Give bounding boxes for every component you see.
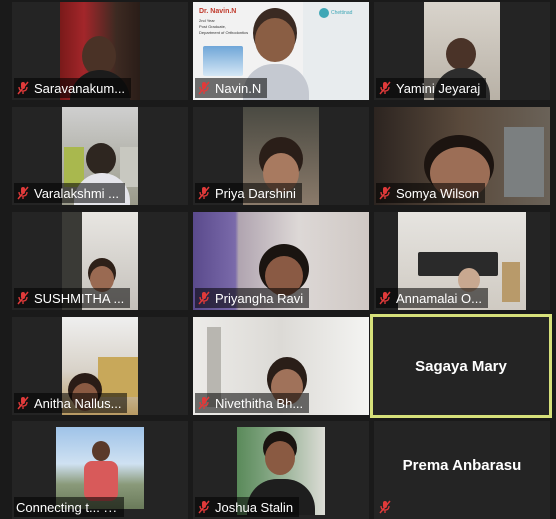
mic-muted-icon: [197, 396, 211, 410]
participant-tile-nivethitha[interactable]: Nivethitha Bh...: [193, 317, 369, 415]
participant-name: Anitha Nallus...: [34, 395, 122, 411]
participant-tile-anitha[interactable]: Anitha Nallus...: [12, 317, 188, 415]
participant-name: Connecting t...: [16, 499, 100, 515]
name-label: Annamalai O...: [376, 288, 488, 308]
mic-muted-icon: [378, 500, 392, 514]
mic-muted-icon: [378, 186, 392, 200]
participant-tile-connecting[interactable]: Connecting t... ...: [12, 421, 188, 519]
mic-muted-icon: [197, 291, 211, 305]
participant-tile-annamalai[interactable]: Annamalai O...: [374, 212, 550, 310]
participant-name: SUSHMITHA ...: [34, 290, 125, 306]
participant-tile-yamini[interactable]: Yamini Jeyaraj: [374, 2, 550, 100]
participant-name: Yamini Jeyaraj: [396, 80, 481, 96]
slide-line: Post Graduate,: [199, 24, 226, 29]
video-grid: Saravanakum... Dr. Navin.N 2nd Year Post…: [0, 0, 556, 519]
mic-muted-icon: [16, 291, 30, 305]
name-label: Nivethitha Bh...: [195, 393, 310, 413]
participant-tile-joshua[interactable]: Joshua Stalin: [193, 421, 369, 519]
slide-title: Dr. Navin.N: [199, 8, 237, 15]
name-label: Somya Wilson: [376, 183, 486, 203]
name-label: [376, 497, 402, 517]
mic-muted-icon: [378, 81, 392, 95]
slide-line: Department of Orthodontics: [199, 30, 249, 35]
name-label: Varalakshmi ...: [14, 183, 126, 203]
participant-name: Priyangha Ravi: [215, 290, 304, 306]
participant-name: Navin.N: [215, 80, 262, 96]
name-label: Anitha Nallus...: [14, 393, 128, 413]
participant-name: Varalakshmi ...: [34, 185, 120, 201]
name-label: SUSHMITHA ...: [14, 288, 131, 308]
name-label: Saravanakum...: [14, 78, 132, 98]
participant-tile-navin[interactable]: Dr. Navin.N 2nd Year Post Graduate, Depa…: [193, 2, 369, 100]
slide-logo: Chettinad: [331, 10, 353, 16]
participant-name: Nivethitha Bh...: [215, 395, 304, 411]
participant-name: Joshua Stalin: [215, 499, 294, 515]
participant-name: Priya Darshini: [215, 185, 296, 201]
name-label: Connecting t... ...: [14, 497, 124, 517]
mic-muted-icon: [16, 81, 30, 95]
connecting-indicator: ...: [103, 499, 118, 515]
mic-muted-icon: [197, 500, 211, 514]
participant-name: Saravanakum...: [34, 80, 126, 96]
mic-muted-icon: [16, 186, 30, 200]
name-label: Yamini Jeyaraj: [376, 78, 487, 98]
participant-tile-prema[interactable]: Prema Anbarasu: [374, 421, 550, 519]
name-label: Navin.N: [195, 78, 268, 98]
name-label: Priyangha Ravi: [195, 288, 310, 308]
participant-tile-sushmitha[interactable]: SUSHMITHA ...: [12, 212, 188, 310]
participant-tile-varalakshmi[interactable]: Varalakshmi ...: [12, 107, 188, 205]
name-label: Priya Darshini: [195, 183, 302, 203]
participant-tile-somya[interactable]: Somya Wilson: [374, 107, 550, 205]
participant-name: Annamalai O...: [396, 290, 482, 306]
participant-tile-saravanakumar[interactable]: Saravanakum...: [12, 2, 188, 100]
participant-tile-priya[interactable]: Priya Darshini: [193, 107, 369, 205]
mic-muted-icon: [197, 81, 211, 95]
mic-muted-icon: [197, 186, 211, 200]
mic-muted-icon: [378, 291, 392, 305]
mic-muted-icon: [16, 396, 30, 410]
participant-name: Somya Wilson: [396, 185, 480, 201]
slide-line: 2nd Year: [199, 18, 215, 23]
participant-tile-priyangha[interactable]: Priyangha Ravi: [193, 212, 369, 310]
participant-tile-sagaya-mary[interactable]: Sagaya Mary: [370, 314, 552, 418]
name-label: Joshua Stalin: [195, 497, 300, 517]
participant-name: Prema Anbarasu: [402, 456, 522, 474]
participant-name: Sagaya Mary: [415, 357, 507, 375]
